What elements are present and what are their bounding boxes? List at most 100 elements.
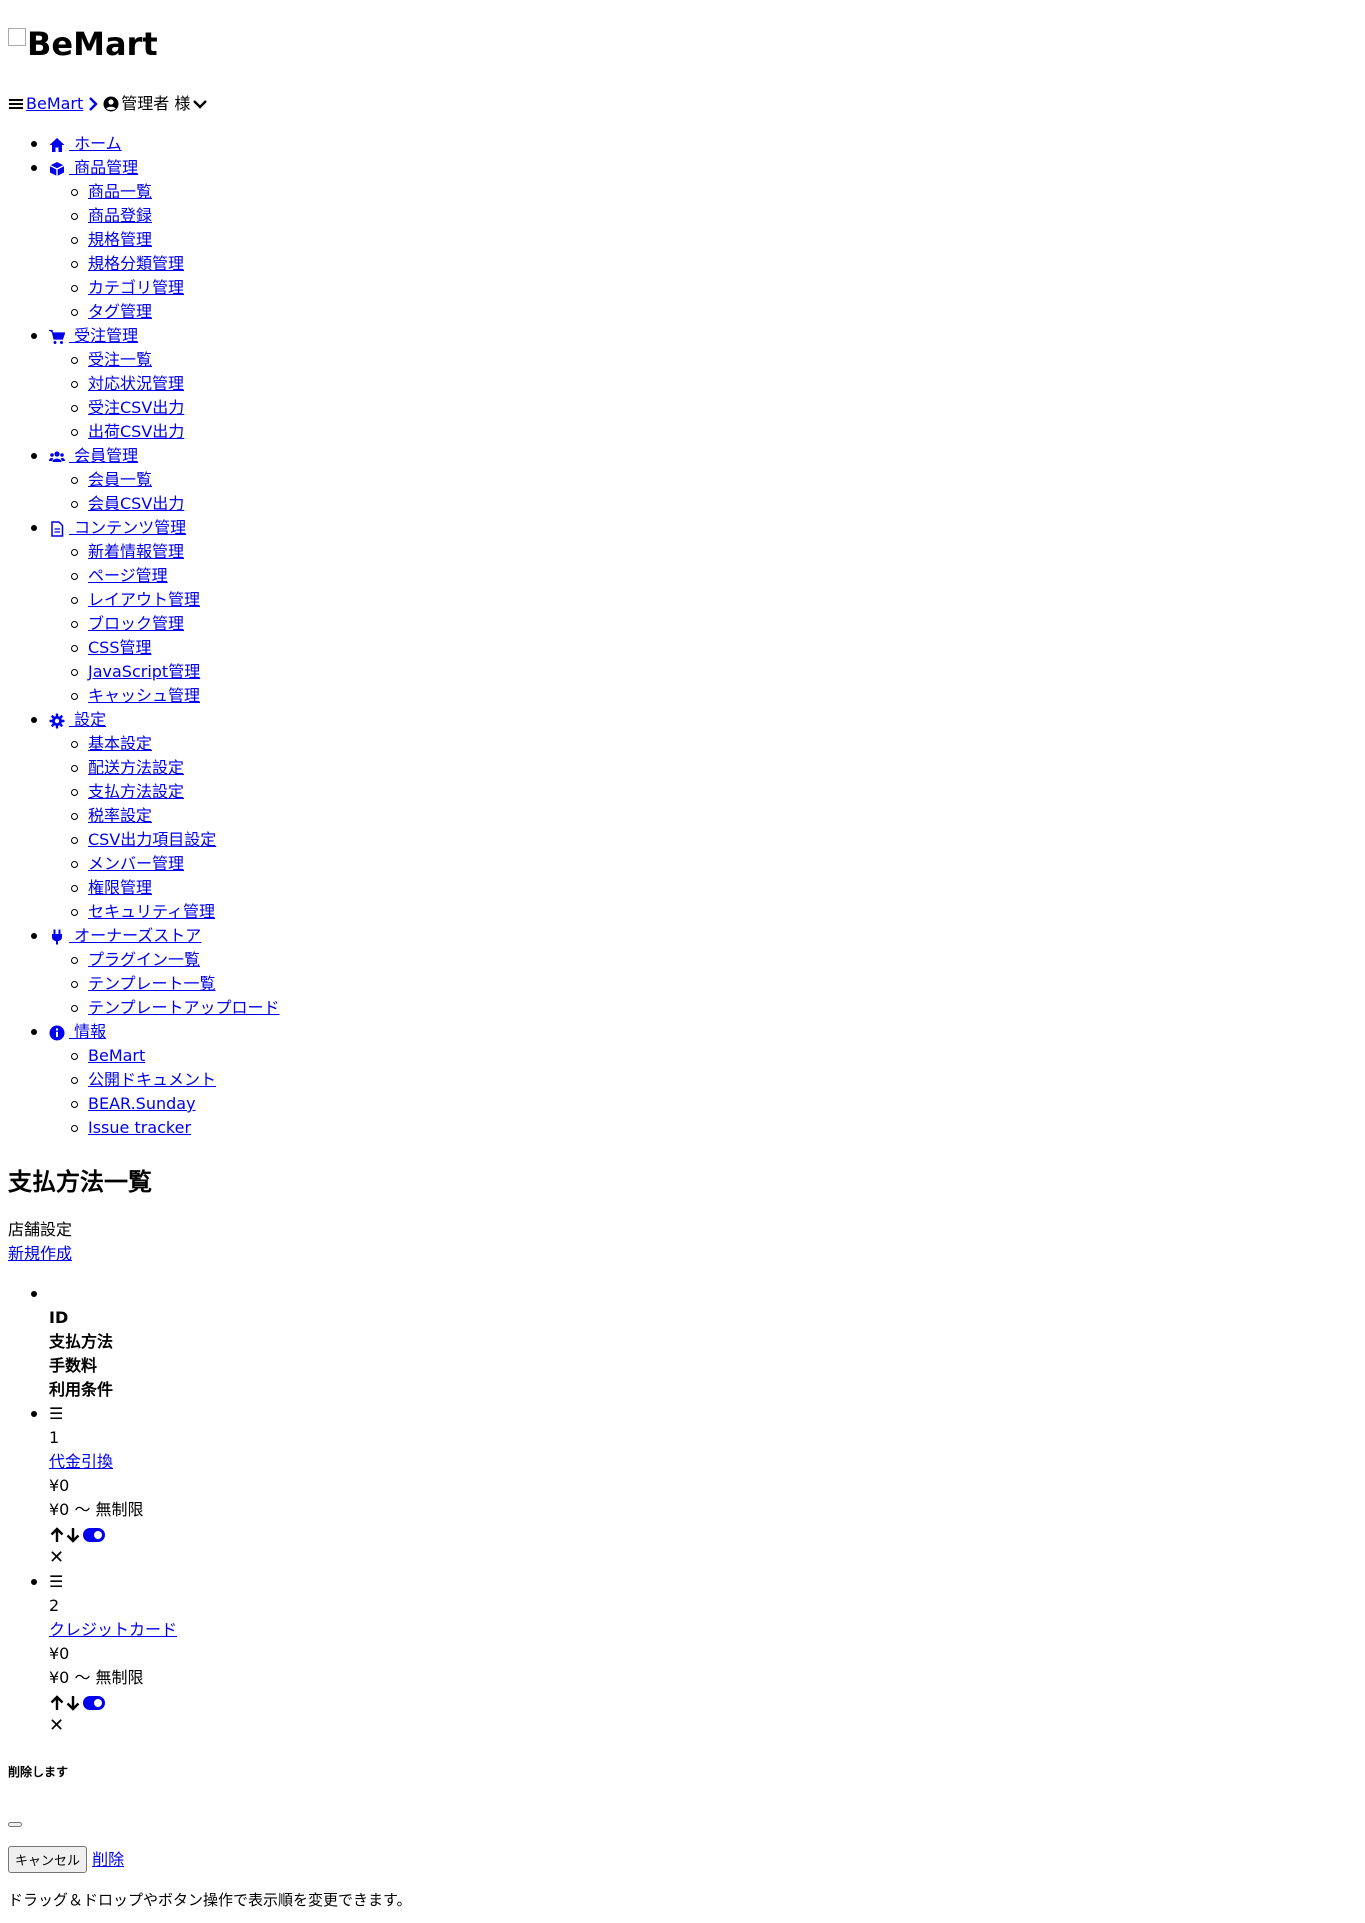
submenu-link[interactable]: 権限管理: [88, 878, 152, 897]
modal-actions: キャンセル 削除: [8, 1846, 124, 1873]
submenu-link[interactable]: キャッシュ管理: [88, 686, 200, 705]
menu-link-label: 設定: [69, 710, 107, 729]
hollow-bullet: [71, 1125, 78, 1132]
submenu-link[interactable]: CSS管理: [88, 638, 152, 657]
submenu-link[interactable]: 新着情報管理: [88, 542, 184, 561]
menu-item: 情報: [31, 1020, 106, 1044]
arrow-down-icon[interactable]: [65, 1695, 81, 1711]
submenu-item: メンバー管理: [71, 852, 184, 876]
menu-link[interactable]: 情報: [49, 1022, 106, 1041]
submenu-link[interactable]: 受注CSV出力: [88, 398, 184, 417]
submenu-link[interactable]: 支払方法設定: [88, 782, 184, 801]
hollow-bullet: [71, 405, 78, 412]
file-icon: [49, 520, 65, 537]
submenu-item: CSV出力項目設定: [71, 828, 216, 852]
menu-link[interactable]: ホーム: [49, 134, 122, 153]
hollow-bullet: [71, 1005, 78, 1012]
submenu-link[interactable]: 受注一覧: [88, 350, 152, 369]
condition-value: ¥0 〜 無制限: [49, 1668, 144, 1687]
submenu-link[interactable]: ページ管理: [88, 566, 168, 585]
payment-method-name-link[interactable]: 代金引換: [49, 1452, 113, 1471]
drag-handle[interactable]: ☰: [49, 1570, 63, 1594]
submenu-link[interactable]: BeMart: [88, 1046, 145, 1065]
toggle-on-icon[interactable]: [83, 1527, 105, 1542]
menu-link[interactable]: 設定: [49, 710, 106, 729]
arrow-up-icon[interactable]: [49, 1694, 65, 1711]
row-id: 2: [49, 1596, 60, 1615]
submenu-item: 公開ドキュメント: [71, 1068, 216, 1092]
hamburger-icon[interactable]: [8, 96, 24, 112]
delete-icon[interactable]: ✕: [49, 1546, 64, 1570]
submenu-link[interactable]: 商品一覧: [88, 182, 152, 201]
submenu-link[interactable]: ブロック管理: [88, 614, 184, 633]
submenu-item: 商品一覧: [71, 180, 152, 204]
footer-note: ドラッグ＆ドロップやボタン操作で表示順を変更できます。: [8, 1891, 412, 1909]
menu-link[interactable]: 会員管理: [49, 446, 138, 465]
column-header: 手数料: [49, 1356, 98, 1375]
submenu-item: 支払方法設定: [71, 780, 184, 804]
new-button[interactable]: 新規作成: [8, 1242, 72, 1266]
submenu-link[interactable]: 基本設定: [88, 734, 152, 753]
menu-link[interactable]: 商品管理: [49, 158, 138, 177]
submenu-item: セキュリティ管理: [71, 900, 215, 924]
delete-link[interactable]: 削除: [92, 1850, 124, 1869]
row-controls: [49, 1690, 105, 1714]
chevron-down-icon[interactable]: [192, 96, 208, 112]
payment-method-name-link[interactable]: クレジットカード: [49, 1620, 177, 1639]
submenu-link[interactable]: BEAR.Sunday: [88, 1094, 196, 1113]
hollow-bullet: [71, 909, 78, 916]
submenu-link[interactable]: テンプレート一覧: [88, 974, 216, 993]
submenu-link[interactable]: タグ管理: [88, 302, 152, 321]
broken-image-icon: [8, 28, 26, 46]
submenu-item: 会員CSV出力: [71, 492, 184, 516]
submenu-link[interactable]: 規格管理: [88, 230, 152, 249]
gear-icon: [49, 713, 65, 729]
hollow-bullet: [71, 573, 78, 580]
submenu-link[interactable]: 税率設定: [88, 806, 152, 825]
arrow-down-icon[interactable]: [65, 1527, 81, 1543]
menu-link-label: 受注管理: [69, 326, 139, 345]
menu-item: コンテンツ管理: [31, 516, 186, 540]
menu-link[interactable]: コンテンツ管理: [49, 518, 186, 537]
arrow-up-icon[interactable]: [49, 1526, 65, 1543]
submenu-link[interactable]: Issue tracker: [88, 1118, 191, 1137]
menu-link[interactable]: 受注管理: [49, 326, 138, 345]
cancel-button[interactable]: キャンセル: [8, 1846, 88, 1873]
submenu-link[interactable]: JavaScript管理: [88, 662, 200, 681]
submenu-link[interactable]: 商品登録: [88, 206, 152, 225]
submenu-link[interactable]: セキュリティ管理: [88, 902, 215, 921]
submenu-link[interactable]: テンプレートアップロード: [88, 998, 280, 1017]
submenu-link[interactable]: メンバー管理: [88, 854, 184, 873]
submenu-item: 会員一覧: [71, 468, 152, 492]
submenu-link[interactable]: 規格分類管理: [88, 254, 184, 273]
modal-title: 削除します: [8, 1765, 69, 1779]
drag-handle[interactable]: ☰: [49, 1402, 63, 1426]
submenu-link[interactable]: レイアウト管理: [88, 590, 200, 609]
hollow-bullet: [71, 549, 78, 556]
column-header: 利用条件: [49, 1380, 114, 1399]
submenu-link[interactable]: 公開ドキュメント: [88, 1070, 216, 1089]
submenu-link[interactable]: 対応状況管理: [88, 374, 184, 393]
submenu-link[interactable]: カテゴリ管理: [88, 278, 184, 297]
submenu-link[interactable]: 会員CSV出力: [88, 494, 184, 513]
hollow-bullet: [71, 429, 78, 436]
submenu-item: テンプレートアップロード: [71, 996, 280, 1020]
submenu-link[interactable]: 会員一覧: [88, 470, 152, 489]
fee-value: ¥0: [49, 1476, 70, 1495]
breadcrumb-home-link[interactable]: BeMart: [26, 92, 83, 116]
menu-link[interactable]: オーナーズストア: [49, 926, 201, 945]
submenu-link[interactable]: 出荷CSV出力: [88, 422, 184, 441]
submenu-link[interactable]: CSV出力項目設定: [88, 830, 216, 849]
submenu-item: ブロック管理: [71, 612, 184, 636]
user-menu-label[interactable]: 管理者 様: [121, 92, 190, 116]
delete-icon[interactable]: ✕: [49, 1714, 64, 1738]
modal-close-button[interactable]: [8, 1822, 22, 1827]
submenu-link[interactable]: プラグイン一覧: [88, 950, 200, 969]
toggle-on-icon[interactable]: [83, 1695, 105, 1710]
hollow-bullet: [71, 957, 78, 964]
fee-value: ¥0: [49, 1644, 70, 1663]
payment-method-link: 代金引換: [49, 1450, 113, 1474]
submenu-item: 規格分類管理: [71, 252, 184, 276]
bullet: [31, 141, 37, 147]
submenu-link[interactable]: 配送方法設定: [88, 758, 184, 777]
